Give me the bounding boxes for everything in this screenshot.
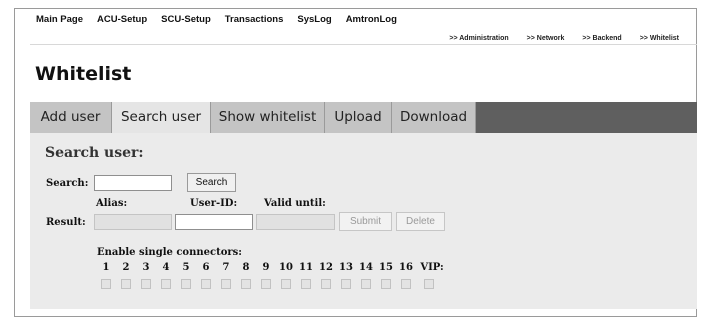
connector-number-9: 9: [262, 262, 270, 273]
nav-acu-setup[interactable]: ACU-Setup: [97, 14, 147, 25]
connector-checkbox-1[interactable]: [101, 279, 111, 289]
connectors-label: Enable single connectors:: [97, 247, 242, 258]
valid-until-label: Valid until:: [264, 198, 326, 209]
connector-checkbox-6[interactable]: [201, 279, 211, 289]
connector-checkbox-7[interactable]: [221, 279, 231, 289]
connector-checkbox-11[interactable]: [301, 279, 311, 289]
connector-vip-checkbox[interactable]: [424, 279, 434, 289]
valid-until-field: [256, 214, 335, 230]
connector-number-12: 12: [319, 262, 333, 273]
userid-label: User-ID:: [190, 198, 238, 209]
connector-number-8: 8: [242, 262, 250, 273]
connector-vip-label: VIP:: [420, 262, 444, 273]
nav-scu-setup[interactable]: SCU-Setup: [161, 14, 211, 25]
connector-checkbox-12[interactable]: [321, 279, 331, 289]
search-button[interactable]: Search: [187, 173, 236, 192]
delete-button[interactable]: Delete: [396, 212, 445, 231]
sub-nav: >> Administration >> Network >> Backend …: [449, 35, 679, 42]
connector-checkbox-14[interactable]: [361, 279, 371, 289]
nav-transactions[interactable]: Transactions: [225, 14, 284, 25]
connector-checkbox-16[interactable]: [401, 279, 411, 289]
connector-number-4: 4: [162, 262, 170, 273]
connector-checkbox-2[interactable]: [121, 279, 131, 289]
connector-number-14: 14: [359, 262, 373, 273]
tab-upload[interactable]: Upload: [325, 102, 392, 133]
tab-show-whitelist[interactable]: Show whitelist: [211, 102, 325, 133]
alias-label: Alias:: [96, 198, 128, 209]
connector-number-11: 11: [299, 262, 313, 273]
result-label: Result:: [46, 217, 86, 228]
connector-checkbox-3[interactable]: [141, 279, 151, 289]
connector-checkbox-8[interactable]: [241, 279, 251, 289]
connector-number-16: 16: [399, 262, 413, 273]
connector-checkbox-9[interactable]: [261, 279, 271, 289]
connector-checkbox-5[interactable]: [181, 279, 191, 289]
connector-checkbox-15[interactable]: [381, 279, 391, 289]
connector-number-15: 15: [379, 262, 393, 273]
connector-number-1: 1: [102, 262, 110, 273]
search-input[interactable]: [94, 175, 172, 191]
nav-main-page[interactable]: Main Page: [36, 14, 83, 25]
connector-number-3: 3: [142, 262, 150, 273]
nav-amtronlog[interactable]: AmtronLog: [346, 14, 397, 25]
subnav-backend[interactable]: >> Backend: [582, 35, 621, 42]
alias-field: [94, 214, 172, 230]
connector-number-10: 10: [279, 262, 293, 273]
submit-button[interactable]: Submit: [339, 212, 392, 231]
search-label: Search:: [46, 178, 89, 189]
subnav-administration[interactable]: >> Administration: [449, 35, 508, 42]
nav-syslog[interactable]: SysLog: [297, 14, 331, 25]
top-nav: Main Page ACU-Setup SCU-Setup Transactio…: [36, 14, 397, 25]
section-title: Search user:: [45, 145, 144, 161]
tab-bar: Add user Search user Show whitelist Uplo…: [30, 102, 697, 133]
connector-number-6: 6: [202, 262, 210, 273]
tab-add-user[interactable]: Add user: [30, 102, 112, 133]
connector-number-7: 7: [222, 262, 230, 273]
subnav-whitelist[interactable]: >> Whitelist: [640, 35, 679, 42]
tab-search-user[interactable]: Search user: [112, 102, 211, 133]
connector-checkbox-13[interactable]: [341, 279, 351, 289]
tab-download[interactable]: Download: [392, 102, 476, 133]
page-title: Whitelist: [35, 63, 132, 85]
connector-number-2: 2: [122, 262, 130, 273]
connector-number-5: 5: [182, 262, 190, 273]
userid-field[interactable]: [175, 214, 253, 230]
nav-divider: [30, 44, 697, 45]
connector-checkbox-10[interactable]: [281, 279, 291, 289]
connector-checkbox-4[interactable]: [161, 279, 171, 289]
connector-number-13: 13: [339, 262, 353, 273]
subnav-network[interactable]: >> Network: [527, 35, 565, 42]
